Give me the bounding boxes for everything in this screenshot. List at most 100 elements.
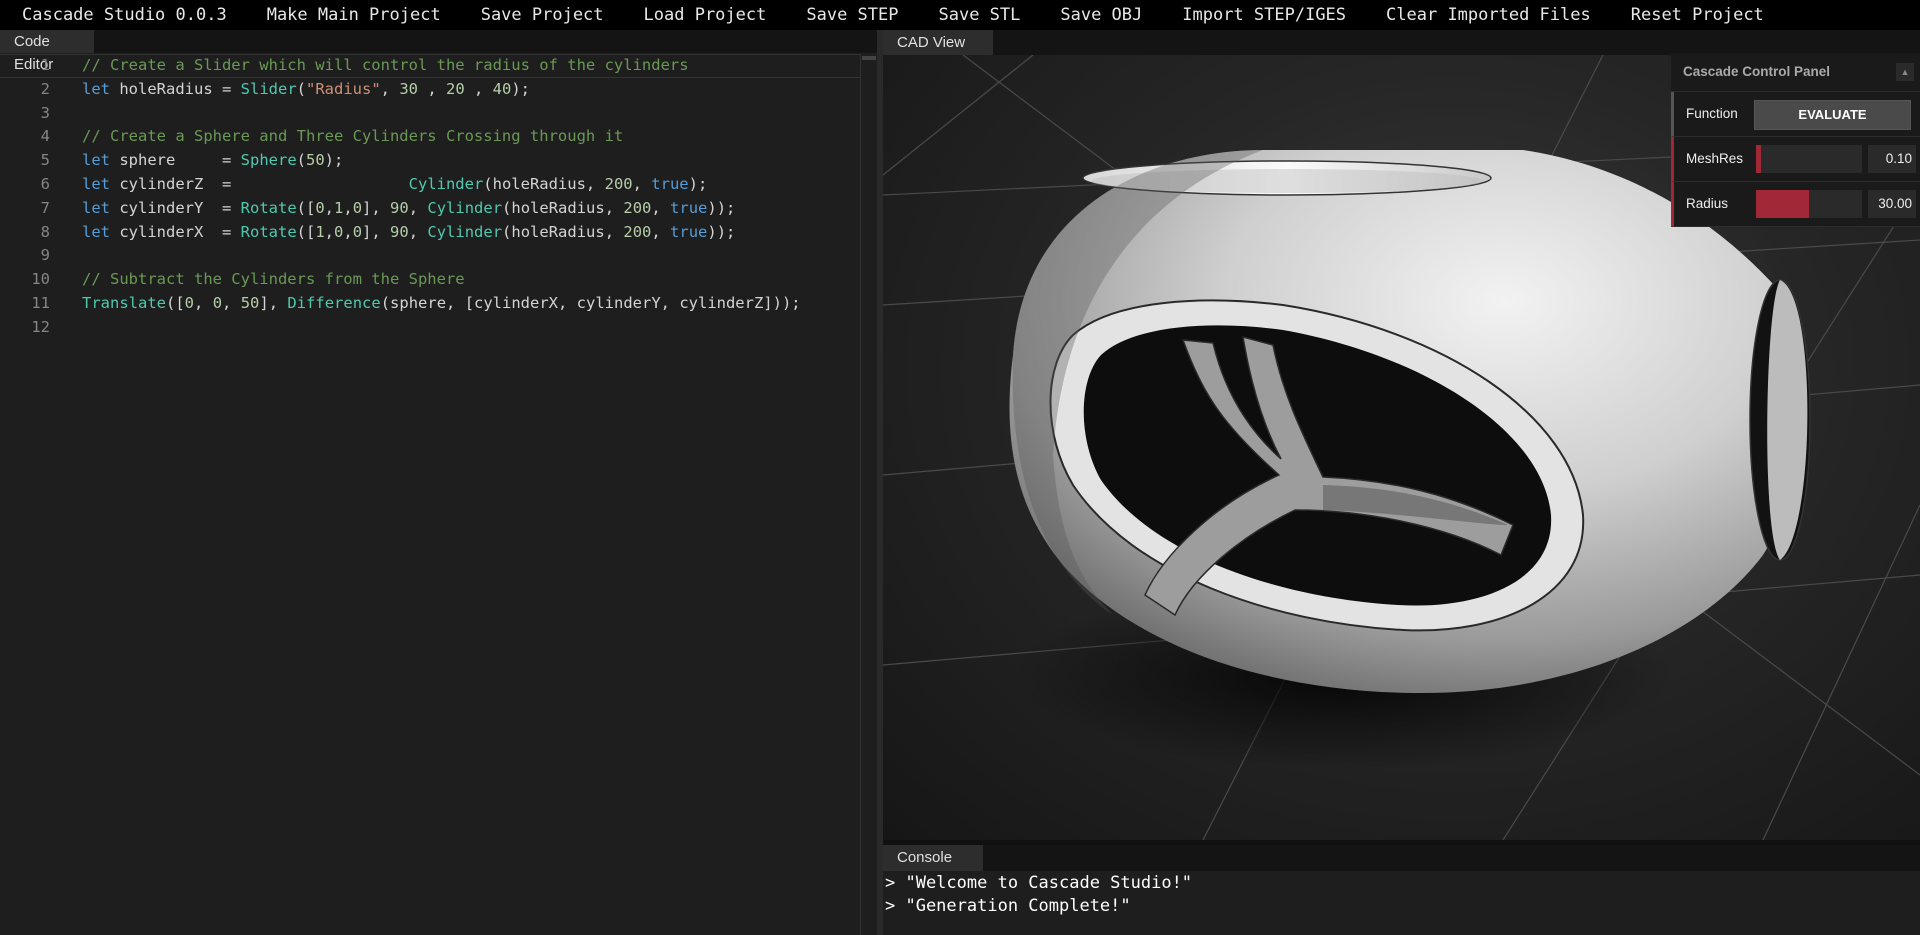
line-number: 6 bbox=[40, 174, 50, 193]
code-line[interactable]: 4 // Create a Sphere and Three Cylinders … bbox=[0, 125, 860, 149]
code-token: 90 bbox=[390, 198, 409, 217]
code-line[interactable]: 1 // Create a Slider which will control t… bbox=[0, 54, 860, 78]
code-token: // Create a Slider which will control th… bbox=[82, 56, 689, 74]
code-token: Rotate bbox=[240, 198, 297, 217]
menu-save-step[interactable]: Save STEP bbox=[786, 0, 918, 30]
code-token: sphere = bbox=[110, 151, 241, 170]
code-token: Cylinder bbox=[427, 222, 503, 241]
code-token: , bbox=[324, 222, 335, 241]
console-line: > "Welcome to Cascade Studio!" bbox=[885, 873, 1193, 893]
code-line[interactable]: 5 let sphere = Sphere(50); bbox=[0, 149, 860, 173]
editor-scrollbar[interactable] bbox=[860, 54, 878, 935]
code-line[interactable]: 3 bbox=[0, 102, 860, 126]
code-line[interactable]: 9 bbox=[0, 244, 860, 268]
code-token: )); bbox=[707, 222, 736, 241]
meshres-slider[interactable] bbox=[1756, 145, 1862, 173]
code-line[interactable]: 2 let holeRadius = Slider("Radius", 30 , … bbox=[0, 78, 860, 102]
code-text: let sphere = Sphere(50); bbox=[82, 149, 343, 173]
app-title[interactable]: Cascade Studio 0.0.3 bbox=[0, 0, 247, 30]
menu-save-stl[interactable]: Save STL bbox=[918, 0, 1040, 30]
code-token: ([ bbox=[296, 222, 316, 241]
code-token: 0 bbox=[334, 222, 344, 241]
code-token: ([ bbox=[166, 293, 185, 312]
function-row: Function EVALUATE bbox=[1671, 92, 1920, 137]
radius-slider-fill bbox=[1756, 190, 1809, 218]
meshres-slider-fill bbox=[1756, 145, 1762, 173]
line-number: 9 bbox=[40, 246, 50, 265]
code-token: 30 bbox=[399, 79, 418, 98]
code-line[interactable]: 7 let cylinderY = Rotate([0,1,0], 90, Cyl… bbox=[0, 197, 860, 221]
code-token: Slider bbox=[240, 79, 297, 98]
code-text: let cylinderZ = Cylinder(holeRadius, 200… bbox=[82, 173, 707, 197]
menu-reset-project[interactable]: Reset Project bbox=[1611, 0, 1784, 30]
editor-tabstrip bbox=[0, 30, 877, 53]
meshres-row: MeshRes 0.10 bbox=[1671, 137, 1920, 182]
code-token: , bbox=[408, 198, 428, 217]
code-token: , bbox=[380, 79, 400, 98]
code-token: // Create a Sphere and Three Cylinders C… bbox=[82, 127, 624, 146]
function-label: Function bbox=[1686, 106, 1738, 121]
code-line[interactable]: 12 bbox=[0, 316, 860, 340]
code-token: let bbox=[82, 79, 110, 98]
line-number: 10 bbox=[31, 270, 50, 289]
editor-scrollbar-thumb[interactable] bbox=[862, 56, 876, 60]
code-token: Difference bbox=[287, 293, 381, 312]
code-text: // Create a Sphere and Three Cylinders C… bbox=[82, 125, 623, 149]
line-number: 3 bbox=[40, 103, 50, 122]
tab-cad-view[interactable]: CAD View bbox=[883, 30, 993, 55]
menu-save-project[interactable]: Save Project bbox=[461, 0, 624, 30]
menu-save-obj[interactable]: Save OBJ bbox=[1040, 0, 1162, 30]
code-editor[interactable]: 1 // Create a Slider which will control t… bbox=[0, 54, 860, 935]
cascade-control-panel: Cascade Control Panel ▲ Function EVALUAT… bbox=[1671, 53, 1920, 227]
evaluate-button[interactable]: EVALUATE bbox=[1754, 100, 1911, 130]
radius-label: Radius bbox=[1686, 196, 1729, 211]
code-token: 0 bbox=[184, 293, 195, 312]
code-token: ], bbox=[259, 293, 288, 312]
code-token: 50 bbox=[306, 151, 325, 170]
code-line[interactable]: 11 Translate([0, 0, 50], Difference(spher… bbox=[0, 292, 860, 316]
collapse-icon[interactable]: ▲ bbox=[1896, 63, 1914, 81]
code-token: let bbox=[82, 174, 110, 193]
cad-tabstrip bbox=[883, 30, 1920, 55]
code-token: , bbox=[408, 222, 428, 241]
tab-code-editor[interactable]: Code Editor bbox=[0, 30, 94, 73]
code-token: , bbox=[222, 293, 241, 312]
control-panel-header[interactable]: Cascade Control Panel ▲ bbox=[1671, 53, 1920, 92]
code-token: 0 bbox=[352, 198, 363, 217]
line-number: 8 bbox=[40, 222, 50, 241]
code-token: (sphere, [cylinderX, cylinderY, cylinder… bbox=[380, 293, 801, 312]
code-token: let bbox=[82, 222, 110, 241]
code-token: , bbox=[343, 198, 353, 217]
code-token: 1 bbox=[334, 198, 344, 217]
line-number: 7 bbox=[40, 198, 50, 217]
menu-clear-imported-files[interactable]: Clear Imported Files bbox=[1366, 0, 1611, 30]
code-token: )); bbox=[707, 198, 736, 217]
code-token: "Radius" bbox=[306, 79, 381, 98]
code-token: (holeRadius, bbox=[483, 174, 605, 193]
code-line[interactable]: 8 let cylinderX = Rotate([1,0,0], 90, Cyl… bbox=[0, 221, 860, 245]
code-token: ], bbox=[362, 222, 391, 241]
code-token: Cylinder bbox=[427, 198, 503, 217]
code-token: Translate bbox=[82, 293, 166, 312]
radius-value-input[interactable]: 30.00 bbox=[1868, 190, 1916, 218]
code-line[interactable]: 6 let cylinderZ = Cylinder(holeRadius, 20… bbox=[0, 173, 860, 197]
code-text: let cylinderX = Rotate([1,0,0], 90, Cyli… bbox=[82, 221, 735, 245]
meshres-value-input[interactable]: 0.10 bbox=[1868, 145, 1916, 173]
radius-slider[interactable] bbox=[1756, 190, 1862, 218]
menu-make-main-project[interactable]: Make Main Project bbox=[247, 0, 461, 30]
code-token: 1 bbox=[315, 222, 325, 241]
code-token: ); bbox=[688, 174, 708, 193]
menu-import-step-iges[interactable]: Import STEP/IGES bbox=[1162, 0, 1366, 30]
line-number: 4 bbox=[40, 127, 50, 146]
code-text: Translate([0, 0, 50], Difference(sphere,… bbox=[82, 292, 801, 316]
code-line[interactable]: 10 // Subtract the Cylinders from the Sph… bbox=[0, 268, 860, 292]
code-token: 40 bbox=[492, 79, 512, 98]
radius-row: Radius 30.00 bbox=[1671, 182, 1920, 227]
code-text: let cylinderY = Rotate([0,1,0], 90, Cyli… bbox=[82, 197, 735, 221]
tab-console[interactable]: Console bbox=[883, 845, 983, 871]
code-token: 0 bbox=[352, 222, 363, 241]
code-token: 200 bbox=[623, 222, 652, 241]
code-token: 0 bbox=[315, 198, 325, 217]
menu-load-project[interactable]: Load Project bbox=[624, 0, 787, 30]
console-tabstrip bbox=[883, 845, 1920, 871]
